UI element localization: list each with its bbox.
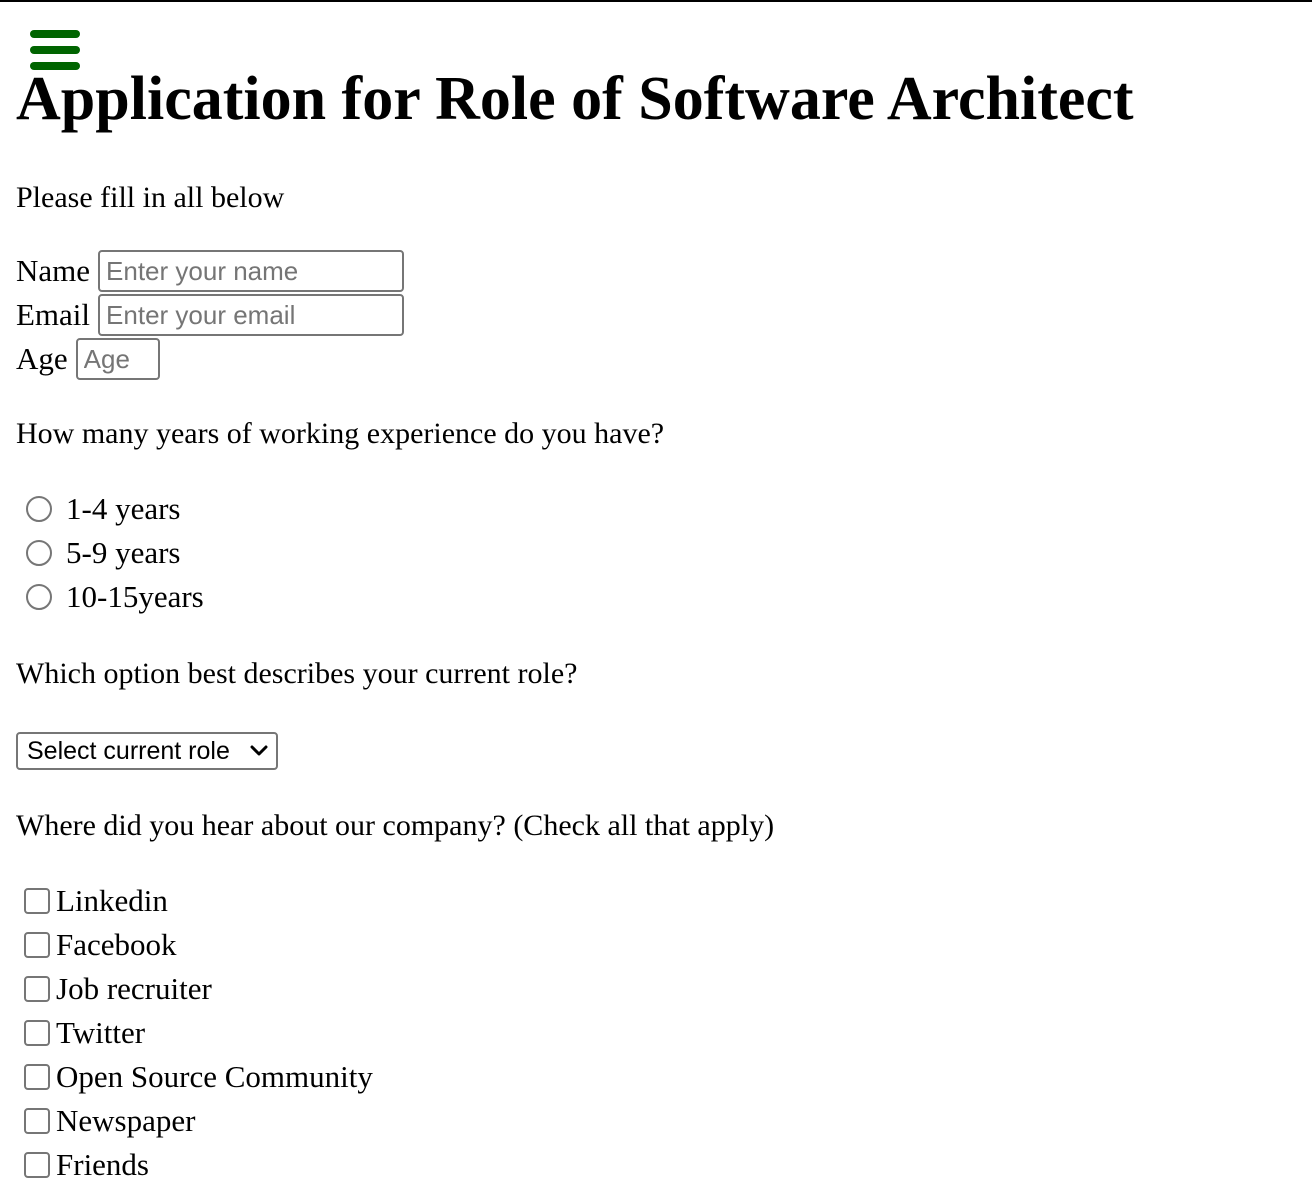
- name-field-row: Name: [16, 250, 405, 292]
- checkbox[interactable]: [24, 1152, 50, 1178]
- chevron-down-icon: [250, 745, 268, 756]
- experience-option-label: 5-9 years: [66, 535, 181, 570]
- source-option-label: Job recruiter: [56, 971, 212, 1006]
- checkbox[interactable]: [24, 932, 50, 958]
- age-field-row: Age: [16, 338, 160, 380]
- source-question: Where did you hear about our company? (C…: [16, 809, 775, 842]
- checkbox[interactable]: [24, 1020, 50, 1046]
- role-select[interactable]: Select current role: [16, 732, 278, 770]
- experience-option-label: 1-4 years: [66, 491, 181, 526]
- radio-button[interactable]: [26, 584, 52, 610]
- experience-option[interactable]: 10-15years: [26, 577, 204, 617]
- source-option[interactable]: Linkedin: [24, 881, 168, 921]
- source-option-label: Linkedin: [56, 883, 168, 918]
- source-option[interactable]: Open Source Community: [24, 1057, 373, 1097]
- form-intro: Please fill in all below: [16, 181, 285, 214]
- page-title: Application for Role of Software Archite…: [16, 65, 1134, 133]
- source-option-label: Open Source Community: [56, 1059, 373, 1094]
- email-field-row: Email: [16, 294, 405, 336]
- age-label: Age: [16, 341, 68, 376]
- checkbox[interactable]: [24, 976, 50, 1002]
- source-option-label: Friends: [56, 1147, 149, 1182]
- source-option-label: Newspaper: [56, 1103, 196, 1138]
- email-label: Email: [16, 297, 91, 332]
- experience-option[interactable]: 1-4 years: [26, 489, 180, 529]
- radio-button[interactable]: [26, 540, 52, 566]
- role-select-value: Select current role: [27, 736, 230, 765]
- experience-option-label: 10-15years: [66, 579, 204, 614]
- checkbox[interactable]: [24, 888, 50, 914]
- source-option[interactable]: Newspaper: [24, 1101, 195, 1141]
- source-option-label: Facebook: [56, 927, 177, 962]
- experience-option[interactable]: 5-9 years: [26, 533, 180, 573]
- source-option[interactable]: Twitter: [24, 1013, 145, 1053]
- application-page: Application for Role of Software Archite…: [0, 0, 1312, 1184]
- role-question: Which option best describes your current…: [16, 657, 578, 690]
- age-input[interactable]: [75, 338, 160, 380]
- name-input[interactable]: [98, 250, 405, 292]
- name-label: Name: [16, 253, 91, 288]
- source-option[interactable]: Friends: [24, 1145, 149, 1184]
- checkbox[interactable]: [24, 1108, 50, 1134]
- radio-button[interactable]: [26, 496, 52, 522]
- source-option-label: Twitter: [56, 1015, 146, 1050]
- source-option[interactable]: Facebook: [24, 925, 177, 965]
- source-option[interactable]: Job recruiter: [24, 969, 212, 1009]
- experience-question: How many years of working experience do …: [16, 417, 665, 450]
- checkbox[interactable]: [24, 1064, 50, 1090]
- email-input[interactable]: [98, 294, 405, 336]
